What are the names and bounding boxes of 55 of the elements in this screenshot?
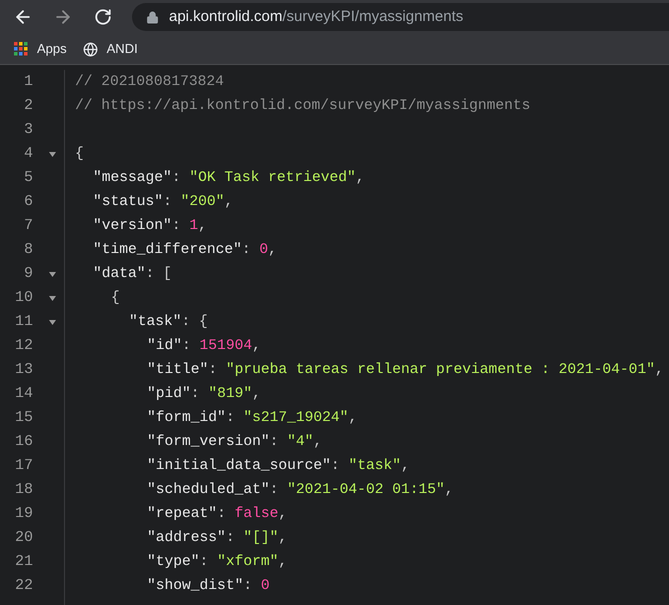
line-number: 15 [14, 408, 33, 428]
line-number: 9 [22, 264, 33, 284]
line-number: 19 [14, 504, 33, 524]
fold-arrow-icon[interactable] [49, 320, 56, 324]
code-line: "status": "200", [93, 193, 234, 212]
code-line: "time_difference": 0, [93, 241, 277, 260]
code-line: { [111, 289, 120, 308]
line-number: 16 [14, 432, 33, 452]
code-line: // 20210808173824 [75, 73, 224, 92]
code-line: "task": { [129, 313, 208, 332]
line-number: 12 [14, 336, 33, 356]
lock-icon [146, 10, 159, 24]
line-number: 2 [22, 96, 33, 116]
code-line: // https://api.kontrolid.com/surveyKPI/myassignments [75, 97, 530, 116]
bookmark-link[interactable]: ANDI [82, 39, 138, 59]
url-text: api.kontrolid.com/surveyKPI/myassignments [169, 6, 464, 27]
line-number: 11 [14, 312, 33, 332]
bookmark-link[interactable]: Apps [14, 39, 67, 59]
line-number: 14 [14, 384, 33, 404]
code-line: "pid": "819", [147, 385, 261, 404]
code-line: "address": "[]", [147, 529, 288, 548]
line-number: 7 [22, 216, 33, 236]
code-line: "version": 1, [93, 217, 207, 236]
line-number: 3 [22, 120, 33, 140]
code-line: "title": "prueba tareas rellenar previamente : 2021-04-01", [147, 361, 664, 380]
line-number: 22 [14, 576, 33, 596]
code-line: "form_version": "4", [147, 433, 322, 452]
code-line: "repeat": false, [147, 505, 288, 524]
code-line: "type": "xform", [147, 553, 288, 572]
line-number: 6 [22, 192, 33, 212]
code-line: "data": [ [93, 265, 172, 284]
code-line: { [75, 145, 84, 164]
fold-arrow-icon[interactable] [49, 296, 56, 300]
line-number: 8 [22, 240, 33, 260]
reload-icon [94, 8, 112, 26]
code-line: "scheduled_at": "2021-04-02 01:15", [147, 481, 454, 500]
line-number: 13 [14, 360, 33, 380]
code-line: "id": 151904, [147, 337, 261, 356]
address-bar[interactable]: api.kontrolid.com/surveyKPI/myassignments [132, 3, 669, 31]
apps-grid-icon [14, 42, 28, 56]
code-line: "form_id": "s217_19024", [147, 409, 358, 428]
line-number: 17 [14, 456, 33, 476]
line-number: 10 [14, 288, 33, 308]
code-line: "message": "OK Task retrieved", [93, 169, 365, 188]
line-number: 21 [14, 552, 33, 572]
code-line: "initial_data_source": "task", [147, 457, 410, 476]
line-number: 20 [14, 528, 33, 548]
fold-arrow-icon[interactable] [49, 152, 56, 156]
line-number: 1 [22, 72, 33, 92]
globe-icon [82, 42, 98, 56]
code-line: "show_dist": 0 [147, 577, 270, 596]
line-number: 18 [14, 480, 33, 500]
fold-arrow-icon[interactable] [49, 272, 56, 276]
line-number: 4 [22, 144, 33, 164]
line-number: 5 [22, 168, 33, 188]
